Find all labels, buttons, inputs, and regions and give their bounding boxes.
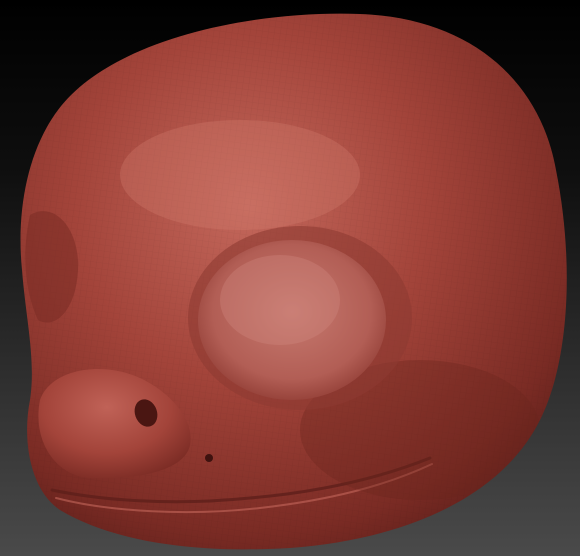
nostril-small [205,454,213,462]
brow-highlight [120,120,360,230]
viewport-canvas[interactable] [0,0,580,556]
eye-socket-inner-highlight [220,255,340,345]
3d-viewport[interactable] [0,0,580,556]
